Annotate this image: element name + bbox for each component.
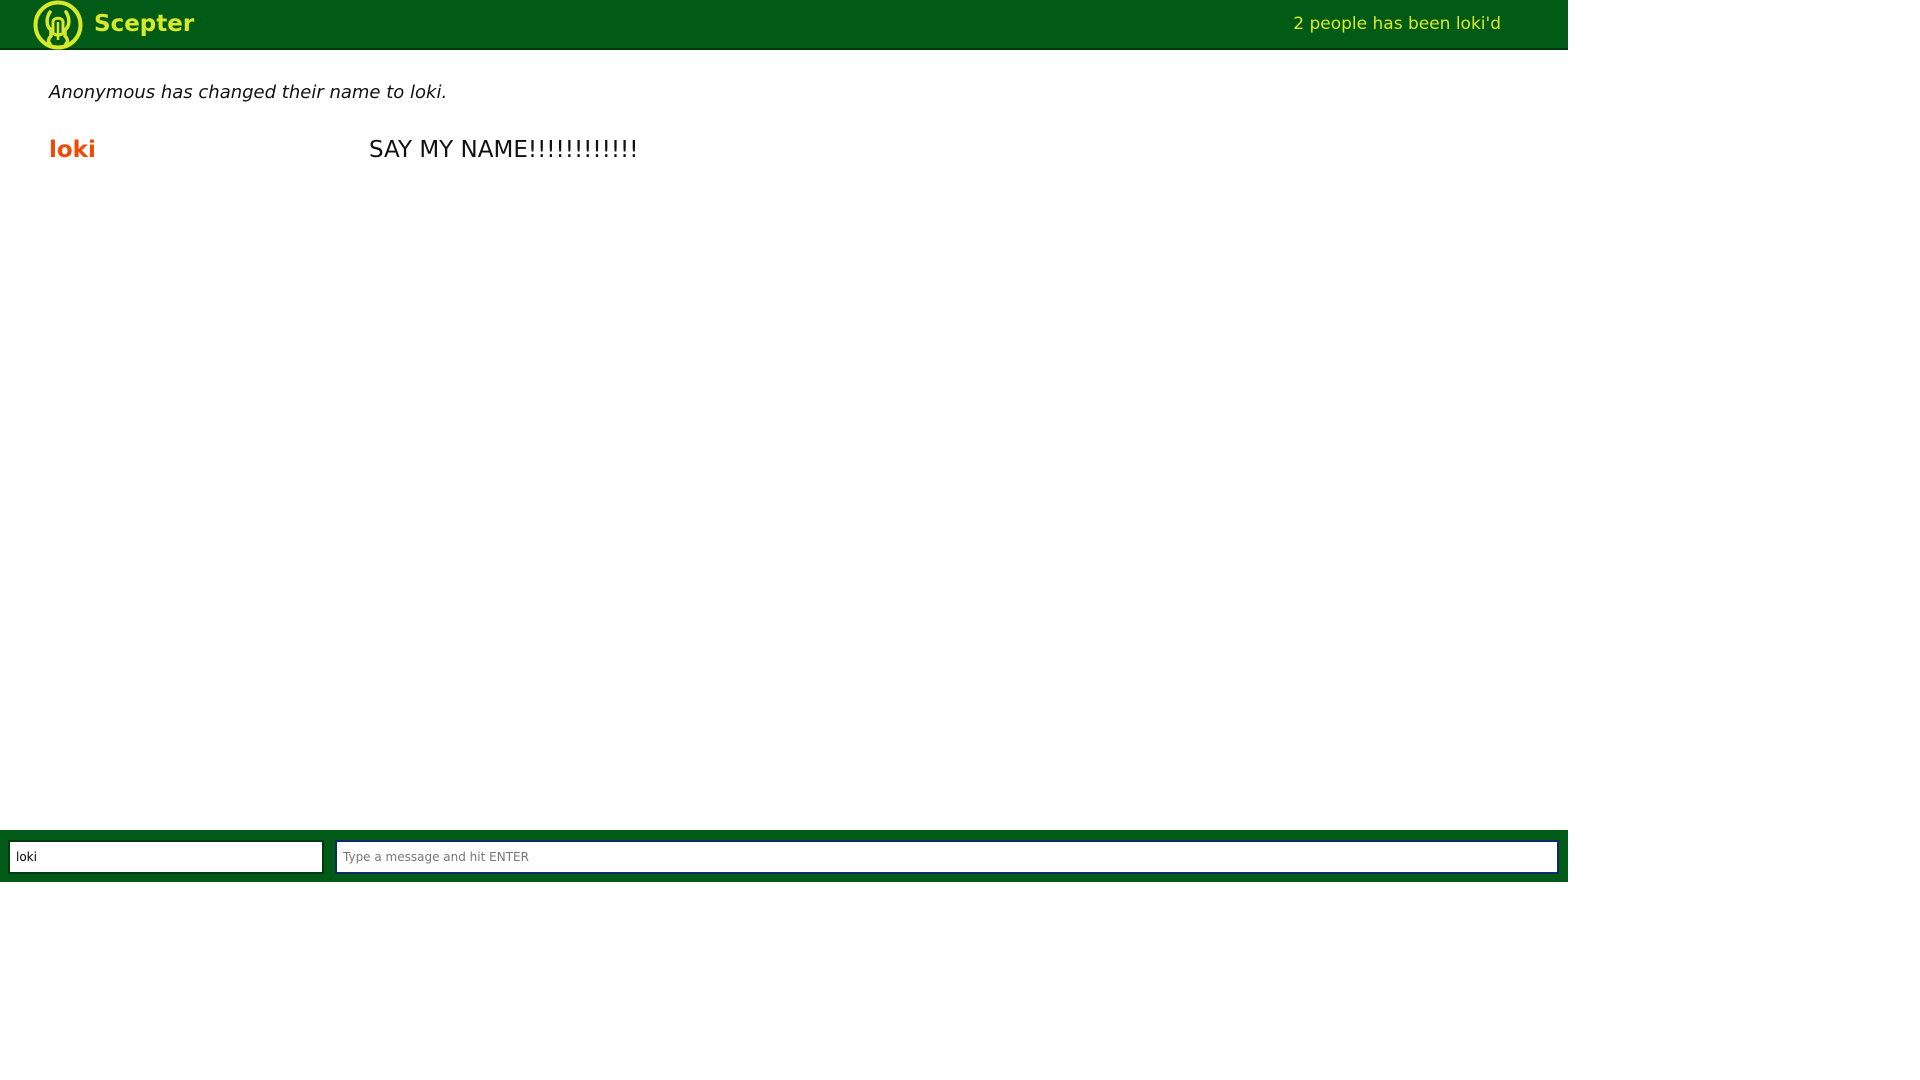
message-username: loki — [49, 137, 96, 163]
app-title: Scepter — [94, 11, 195, 37]
composer-bar — [0, 830, 1568, 882]
username-input[interactable] — [8, 840, 324, 874]
chat-log: Anonymous has changed their name to loki… — [0, 50, 1568, 830]
chat-message: loki SAY MY NAME!!!!!!!!!!!! — [49, 134, 1449, 168]
loki-helmet-icon — [33, 0, 83, 50]
loki-counter: 2 people has been loki'd — [1293, 14, 1501, 34]
app-header: Scepter 2 people has been loki'd — [0, 0, 1568, 50]
system-message: Anonymous has changed their name to loki… — [49, 82, 448, 103]
message-text: SAY MY NAME!!!!!!!!!!!! — [369, 137, 639, 163]
message-input[interactable] — [335, 840, 1559, 874]
